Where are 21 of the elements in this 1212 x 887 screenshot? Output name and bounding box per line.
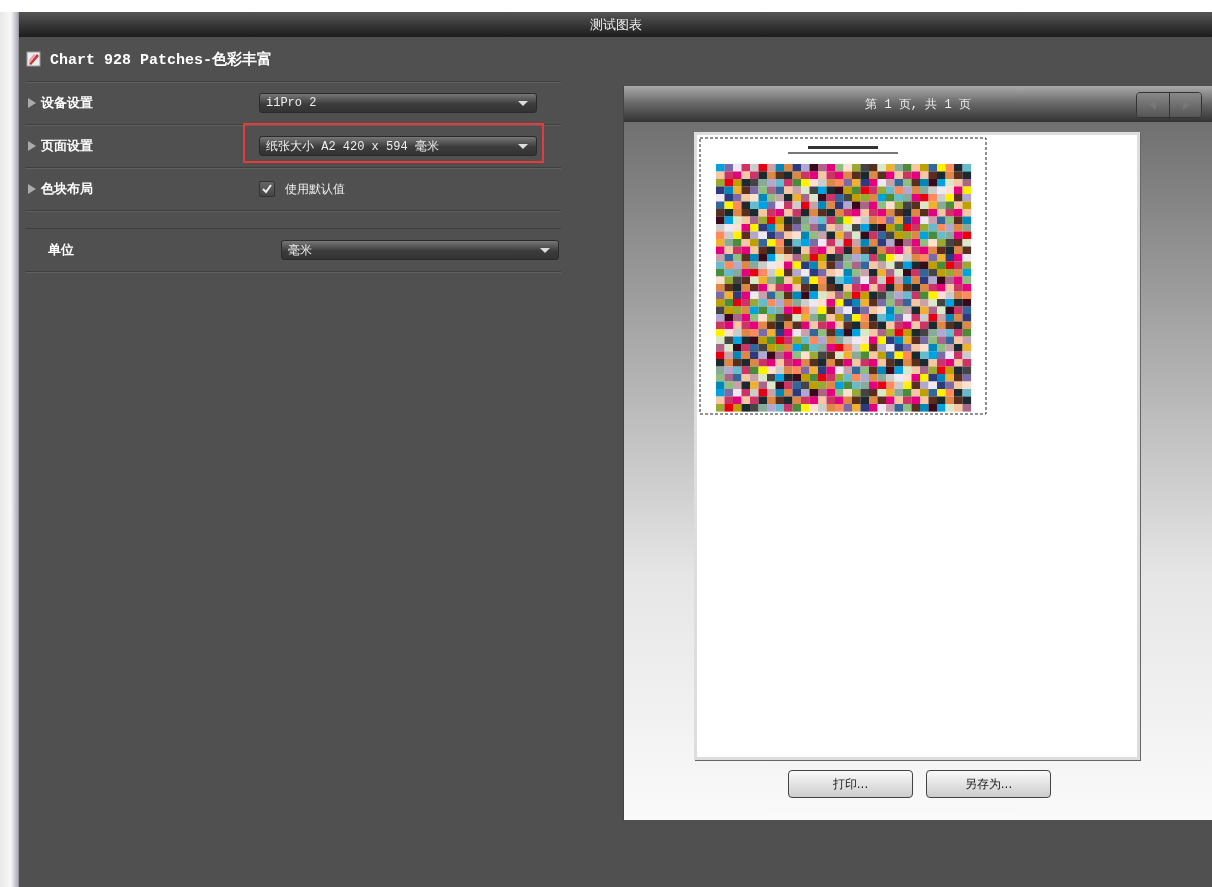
page-indicator: 第 1 页, 共 1 页	[865, 96, 971, 113]
setting-label: 页面设置	[41, 137, 93, 155]
dropdown[interactable]: 毫米	[281, 240, 559, 260]
caret-icon	[518, 143, 528, 149]
setting-label: 单位	[48, 241, 74, 259]
chart-document-icon	[26, 51, 42, 67]
chart-title: Chart 928 Patches-色彩丰富	[50, 50, 273, 69]
expand-arrow-icon[interactable]	[28, 98, 36, 108]
dropdown[interactable]: 纸张大小 A2 420 x 594 毫米	[259, 136, 537, 156]
caret-icon	[518, 100, 528, 106]
checkbox[interactable]	[259, 181, 275, 197]
expand-arrow-icon[interactable]	[28, 141, 36, 151]
expand-arrow-icon[interactable]	[28, 184, 36, 194]
action-button[interactable]: 另存为...	[926, 770, 1051, 798]
window-title: 测试图表	[589, 15, 642, 34]
setting-label: 设备设置	[41, 94, 93, 112]
checkbox-label[interactable]: 使用默认值	[285, 180, 345, 198]
caret-icon	[540, 247, 550, 253]
dropdown[interactable]: i1Pro 2	[259, 93, 537, 113]
action-button[interactable]: 打印...	[788, 770, 913, 798]
setting-label: 色块布局	[41, 180, 93, 198]
